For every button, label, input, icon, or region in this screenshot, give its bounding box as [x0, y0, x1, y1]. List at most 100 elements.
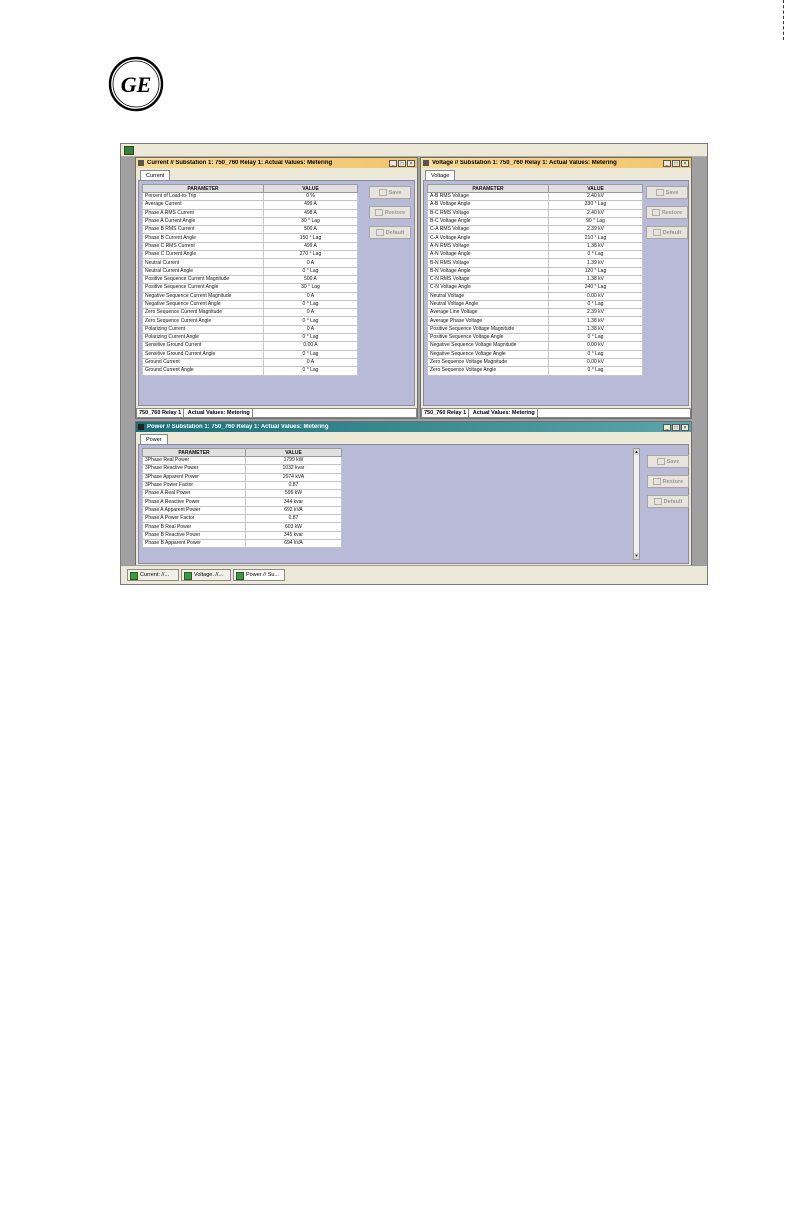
table-row[interactable]: Phase A Real Power 599 kW: [142, 489, 342, 499]
table-row[interactable]: Sensitive Ground Current Angle 0 ° Lag: [142, 349, 358, 359]
table-row[interactable]: Average Phase Voltage 1.38 kV: [427, 316, 643, 326]
minimize-icon[interactable]: _: [663, 159, 671, 167]
window-icon: [184, 572, 192, 580]
table-row[interactable]: Polarizing Current 0 A: [142, 324, 358, 335]
table-row[interactable]: Phase A Reactive Power 344 kvar: [142, 497, 342, 507]
table-row[interactable]: Zero Sequence Voltage Magnitude 0.00 kV: [427, 357, 643, 368]
table-row[interactable]: Neutral Voltage Angle 0 ° Lag: [427, 299, 643, 310]
save-button[interactable]: Save: [369, 186, 411, 199]
table-row[interactable]: Negative Sequence Voltage Magnitude 0.00 …: [427, 341, 643, 351]
table-row[interactable]: C-A RMS Voltage 2.39 kV: [427, 225, 643, 235]
parameter-cell: Negative Sequence Voltage Angle: [427, 349, 549, 359]
task-power[interactable]: Power // Su...: [233, 569, 285, 581]
table-row[interactable]: C-N RMS Voltage 1.38 kV: [427, 274, 643, 285]
power-titlebar[interactable]: Power // Substation 1: 750_760 Relay 1: …: [136, 422, 691, 432]
default-button[interactable]: Default: [646, 226, 688, 239]
current-client: PARAMETER VALUE Percent of Load-to-Trip 0…: [138, 180, 415, 406]
table-row[interactable]: A-B RMS Voltage 2.40 kV: [427, 191, 643, 202]
table-row[interactable]: 3Phase Real Power 1799 kW: [142, 455, 342, 466]
close-icon[interactable]: ×: [407, 159, 415, 167]
voltage-titlebar[interactable]: Voltage // Substation 1: 750_760 Relay 1…: [421, 158, 691, 168]
minimize-icon[interactable]: _: [663, 423, 671, 431]
table-row[interactable]: Phase A Current Angle 30 ° Lag: [142, 216, 358, 227]
current-titlebar[interactable]: Current // Substation 1: 750_760 Relay 1…: [136, 158, 417, 168]
table-row[interactable]: Negative Sequence Current Magnitude 0 A: [142, 291, 358, 301]
current-title: Current // Substation 1: 750_760 Relay 1…: [147, 160, 333, 166]
default-button[interactable]: Default: [647, 495, 689, 508]
table-row[interactable]: Phase B RMS Current 500 A: [142, 225, 358, 235]
table-row[interactable]: Polarizing Current Angle 0 ° Lag: [142, 333, 358, 343]
table-row[interactable]: Phase B Apparent Power 694 kVA: [142, 538, 342, 549]
table-row[interactable]: Negative Sequence Voltage Angle 0 ° Lag: [427, 349, 643, 359]
scroll-up-icon[interactable]: ▲: [634, 449, 639, 455]
minimize-icon[interactable]: _: [389, 159, 397, 167]
maximize-icon[interactable]: □: [398, 159, 406, 167]
maximize-icon[interactable]: □: [672, 423, 680, 431]
table-row[interactable]: C-N Voltage Angle 240 ° Lag: [427, 283, 643, 293]
power-scrollbar[interactable]: ▲ ▼: [633, 448, 640, 560]
table-row[interactable]: Zero Sequence Voltage Angle 0 ° Lag: [427, 366, 643, 376]
table-row[interactable]: C-A Voltage Angle 210 ° Lag: [427, 233, 643, 243]
table-row[interactable]: B-N RMS Voltage 1.39 kV: [427, 258, 643, 268]
parameter-cell: Neutral Current: [142, 258, 264, 268]
parameter-cell: B-N RMS Voltage: [427, 258, 549, 268]
table-row[interactable]: Phase A Apparent Power 692 kVA: [142, 505, 342, 516]
value-cell: 0 ° Lag: [263, 366, 358, 376]
maximize-icon[interactable]: □: [672, 159, 680, 167]
table-row[interactable]: Zero Sequence Current Angle 0 ° Lag: [142, 316, 358, 326]
default-button[interactable]: Default: [369, 226, 411, 239]
table-row[interactable]: B-C Voltage Angle 90 ° Lag: [427, 216, 643, 227]
table-row[interactable]: Positive Sequence Voltage Angle 0 ° Lag: [427, 333, 643, 343]
table-row[interactable]: Phase A RMS Current 498 A: [142, 208, 358, 218]
table-row[interactable]: Phase C Current Angle 270 ° Lag: [142, 250, 358, 260]
table-row[interactable]: Positive Sequence Current Angle 30 ° Lag: [142, 283, 358, 293]
table-row[interactable]: A-N RMS Voltage 1.38 kV: [427, 241, 643, 252]
close-icon[interactable]: ×: [681, 159, 689, 167]
table-row[interactable]: Positive Sequence Current Magnitude 500 A: [142, 274, 358, 285]
restore-button[interactable]: Restore: [646, 206, 688, 219]
table-row[interactable]: Average Current 499 A: [142, 200, 358, 210]
table-row[interactable]: Ground Current 0 A: [142, 357, 358, 368]
table-row[interactable]: 3Phase Reactive Power 1032 kvar: [142, 464, 342, 474]
table-row[interactable]: Zero Sequence Current Magnitude 0 A: [142, 308, 358, 318]
table-row[interactable]: Average Line Voltage 2.39 kV: [427, 308, 643, 318]
task-voltage[interactable]: Voltage. //...: [181, 569, 231, 581]
value-cell: 2.40 kV: [548, 191, 643, 202]
table-row[interactable]: Positive Sequence Voltage Magnitude 1.38 …: [427, 324, 643, 335]
save-button[interactable]: Save: [647, 455, 689, 468]
save-button[interactable]: Save: [646, 186, 688, 199]
restore-button[interactable]: Restore: [369, 206, 411, 219]
table-row[interactable]: B-N Voltage Angle 120 ° Lag: [427, 266, 643, 276]
table-row[interactable]: Phase B Real Power 603 kW: [142, 522, 342, 532]
table-row[interactable]: Percent of Load-to-Trip 0 %: [142, 191, 358, 202]
parameter-cell: Zero Sequence Voltage Angle: [427, 366, 549, 376]
table-row[interactable]: 3Phase Power Factor 0.87: [142, 480, 342, 491]
parameter-cell: Phase B Apparent Power: [142, 538, 246, 549]
table-row[interactable]: Neutral Current 0 A: [142, 258, 358, 268]
close-icon[interactable]: ×: [681, 423, 689, 431]
table-row[interactable]: 3Phase Apparent Power 2074 kVA: [142, 472, 342, 482]
table-row[interactable]: Phase B Reactive Power 345 kvar: [142, 530, 342, 540]
table-row[interactable]: Phase A Power Factor 0.87: [142, 514, 342, 524]
table-row[interactable]: Neutral Current Angle 0 ° Lag: [142, 266, 358, 276]
table-row[interactable]: B-C RMS Voltage 2.40 kV: [427, 208, 643, 218]
restore-button[interactable]: Restore: [647, 475, 689, 488]
table-row[interactable]: Negative Sequence Current Angle 0 ° Lag: [142, 299, 358, 310]
table-row[interactable]: A-N Voltage Angle 0 ° Lag: [427, 250, 643, 260]
table-row[interactable]: Sensitive Ground Current 0.00 A: [142, 341, 358, 351]
value-cell: 120 ° Lag: [548, 266, 643, 276]
value-cell: 1799 kW: [245, 455, 342, 466]
table-row[interactable]: Phase B Current Angle 150 ° Lag: [142, 233, 358, 243]
table-row[interactable]: Neutral Voltage 0.00 kV: [427, 291, 643, 301]
parameter-cell: 3Phase Reactive Power: [142, 464, 246, 474]
parameter-cell: Phase A Real Power: [142, 489, 246, 499]
table-row[interactable]: Phase C RMS Current 499 A: [142, 241, 358, 252]
task-current[interactable]: Current: //...: [127, 569, 179, 581]
scroll-down-icon[interactable]: ▼: [634, 553, 639, 559]
default-icon: [653, 498, 662, 505]
value-cell: 150 ° Lag: [263, 233, 358, 243]
app-icon[interactable]: [124, 146, 134, 155]
table-row[interactable]: A-B Voltage Angle 330 ° Lag: [427, 200, 643, 210]
parameter-cell: Negative Sequence Current Angle: [142, 299, 264, 310]
table-row[interactable]: Ground Current Angle 0 ° Lag: [142, 366, 358, 376]
